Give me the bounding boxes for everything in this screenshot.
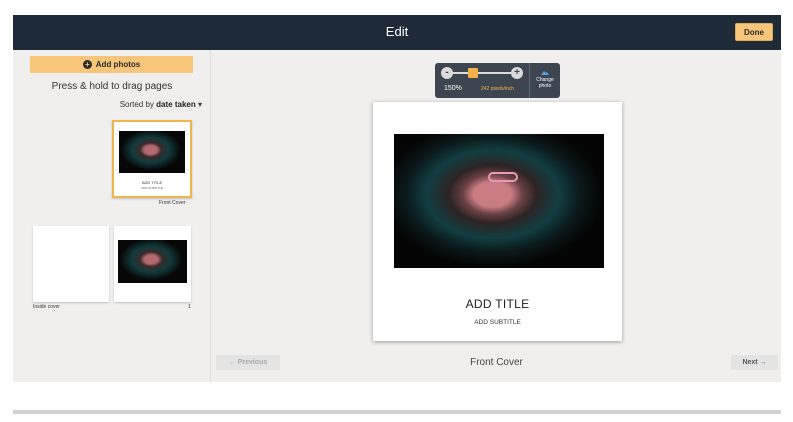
thumbnail-caption-front-cover: Front Cover <box>159 200 186 206</box>
change-photo-label: Change photo <box>536 77 554 89</box>
zoom-out-button[interactable]: - <box>441 67 453 79</box>
zoom-control: - + 150% 242 pixels/inch <box>435 63 529 98</box>
top-bar: Edit Done <box>13 15 781 50</box>
page-title: Edit <box>385 24 409 39</box>
divider <box>13 410 781 414</box>
caret-down-icon: ▾ <box>197 100 202 109</box>
cover-title[interactable]: ADD TITLE <box>373 297 622 311</box>
thumbnail-photo <box>119 131 185 173</box>
zoom-slider-track[interactable] <box>453 72 511 74</box>
cover-subtitle[interactable]: ADD SUBTITLE <box>373 319 622 326</box>
zoom-ppi: 242 pixels/inch <box>481 86 515 92</box>
main-canvas: - + 150% 242 pixels/inch Change photo AD… <box>212 50 781 382</box>
done-button[interactable]: Done <box>735 23 773 41</box>
thumbnail-subtitle: ADD SUBTITLE <box>141 186 163 190</box>
change-photo-button[interactable]: Change photo <box>529 63 560 98</box>
thumbnail-inside-cover[interactable] <box>33 226 109 302</box>
plus-circle-icon: + <box>82 60 92 69</box>
thumbnail-photo <box>118 240 187 283</box>
current-page-label: Front Cover <box>470 357 523 368</box>
zoom-slider-handle[interactable] <box>468 68 479 78</box>
editor-window: Edit Done + Add photos Press & hold to d… <box>13 15 781 382</box>
sort-dropdown[interactable]: Sorted by date taken ▾ <box>120 100 202 109</box>
thumbnail-front-cover[interactable]: ADD TITLE ADD SUBTITLE <box>112 120 192 198</box>
sidebar: + Add photos Press & hold to drag pages … <box>13 50 211 382</box>
zoom-percent: 150% <box>444 85 462 92</box>
drag-hint: Press & hold to drag pages <box>51 81 173 92</box>
add-photos-button[interactable]: + Add photos <box>30 56 193 73</box>
thumbnail-caption-page-1: 1 <box>188 304 191 310</box>
sort-prefix: Sorted by <box>119 100 154 109</box>
next-button[interactable]: Next → <box>731 355 778 370</box>
thumbnail-page-1[interactable] <box>114 226 191 302</box>
sort-value: date taken <box>156 100 196 109</box>
zoom-in-button[interactable]: + <box>511 67 523 79</box>
image-icon <box>541 71 549 75</box>
cover-photo[interactable] <box>394 134 604 268</box>
add-photos-label: Add photos <box>95 60 141 69</box>
thumbnail-caption-inside-cover: Inside cover <box>33 304 60 310</box>
photo-detail <box>488 172 518 182</box>
thumbnail-title: ADD TITLE <box>141 180 163 185</box>
cover-page[interactable]: ADD TITLE ADD SUBTITLE <box>373 102 622 341</box>
